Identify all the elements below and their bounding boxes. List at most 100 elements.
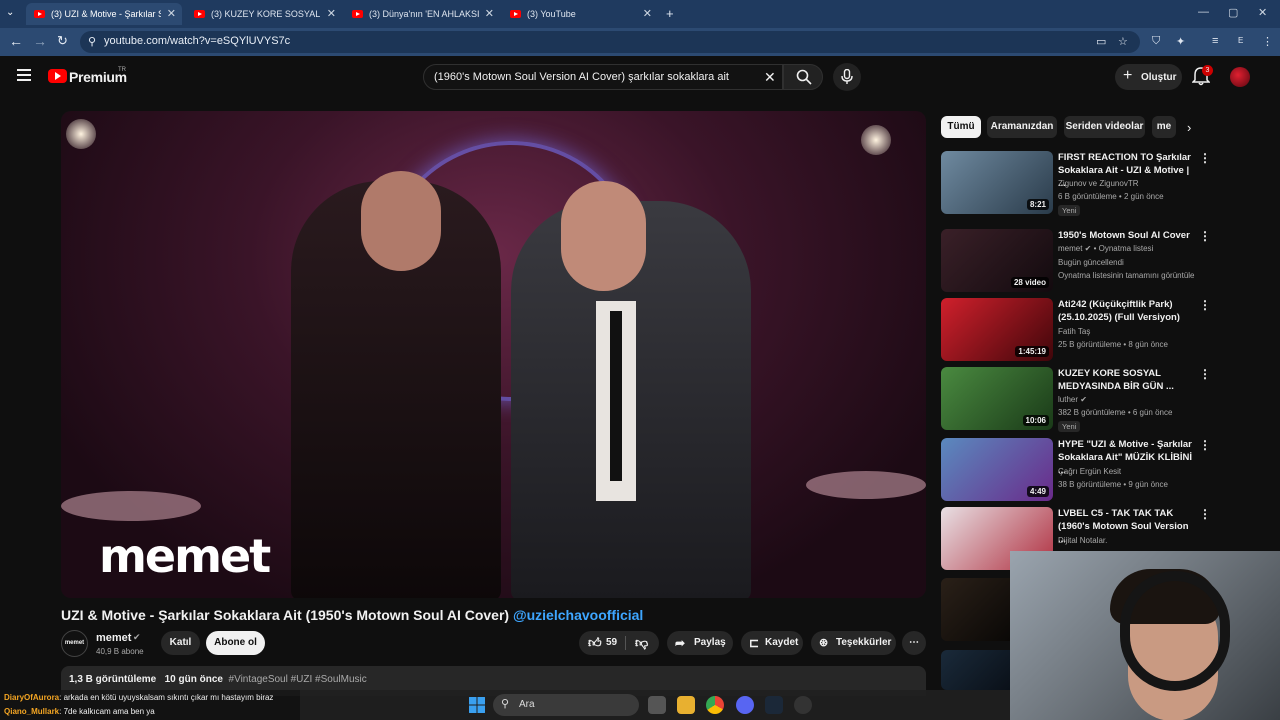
related-menu-icon[interactable]: ⋮: [1199, 367, 1211, 381]
more-actions-icon[interactable]: ⋯: [902, 631, 926, 655]
browser-tab-strip: ⌄ (3) UZI & Motive - Şarkılar Soka ✕ (3)…: [0, 0, 1280, 28]
related-video[interactable]: 10:06 KUZEY KORE SOSYAL MEDYASINDA BİR G…: [941, 367, 1211, 432]
video-thumbnail[interactable]: [941, 650, 1010, 690]
new-tab-button[interactable]: +: [666, 6, 674, 21]
chip-more[interactable]: me: [1152, 116, 1176, 138]
file-explorer-icon[interactable]: [677, 696, 695, 714]
search-icon: [796, 69, 812, 85]
hashtags[interactable]: #VintageSoul #UZI #SoulMusic: [229, 674, 367, 685]
bookmark-star-icon[interactable]: ☆: [1118, 35, 1128, 48]
chevron-right-icon[interactable]: ›: [1187, 120, 1191, 135]
logo-region: TR: [118, 67, 126, 73]
playlist-view-all[interactable]: Oynatma listesinin tamamını görüntüle: [1058, 271, 1195, 280]
playlist-thumbnail[interactable]: 28 video: [941, 229, 1053, 292]
related-meta: 6 B görüntüleme • 2 gün önce: [1058, 192, 1164, 201]
chat-message: Qiano_Mullark: 7de kalkıcam ama ben ya: [4, 707, 155, 716]
youtube-logo-icon[interactable]: [48, 69, 67, 83]
related-video[interactable]: 1:45:19 Ati242 (Küçükçiftlik Park) (25.1…: [941, 298, 1211, 362]
tab-title: (3) YouTube: [527, 9, 576, 19]
close-tab-icon[interactable]: ✕: [485, 7, 494, 20]
chat-user: DiaryOfAurora: [4, 693, 60, 702]
chat-message: DiaryOfAurora: arkada en kötü uyuyskalsa…: [4, 693, 273, 702]
voice-search-button[interactable]: [833, 63, 861, 91]
cast-icon[interactable]: ▭: [1096, 35, 1106, 48]
search-button[interactable]: [783, 64, 823, 90]
video-thumbnail[interactable]: 4:49: [941, 438, 1053, 501]
task-view-icon[interactable]: [648, 696, 666, 714]
tab-kuzey-kore[interactable]: (3) KUZEY KORE SOSYAL MEDYA ✕: [186, 3, 342, 25]
reload-icon[interactable]: ↻: [57, 33, 68, 49]
duration: 4:49: [1026, 486, 1049, 497]
singer-left-head: [361, 171, 441, 271]
channel-name[interactable]: memet: [96, 632, 131, 644]
hamburger-menu-icon[interactable]: [17, 69, 31, 84]
steam-icon[interactable]: [765, 696, 783, 714]
share-button[interactable]: ➦ Paylaş: [667, 631, 733, 655]
clear-search-icon[interactable]: ✕: [764, 69, 776, 86]
shield-icon[interactable]: ⛉: [1152, 35, 1160, 48]
related-channel: Çağrı Ergün Kesit: [1058, 467, 1122, 476]
url-field[interactable]: ⚲ youtube.com/watch?v=eSQYlUVYS7c ▭ ☆: [80, 31, 1140, 53]
browser-menu-icon[interactable]: ⋮: [1262, 35, 1273, 48]
save-button[interactable]: ⊏ Kaydet: [741, 631, 803, 655]
close-window-icon[interactable]: ✕: [1258, 6, 1267, 19]
subscribe-button[interactable]: Abone ol: [206, 631, 265, 655]
close-tab-icon[interactable]: ✕: [167, 7, 176, 20]
related-menu-icon[interactable]: ⋮: [1199, 151, 1211, 165]
chat-text: : arkada en kötü uyuyskalsam sıkıntı çık…: [59, 693, 274, 702]
search-input[interactable]: (1960's Motown Soul Version AI Cover) şa…: [423, 64, 783, 90]
youtube-header: Premium TR (1960's Motown Soul Version A…: [0, 56, 1270, 98]
thumbs-up-icon[interactable]: 👍︎: [588, 631, 602, 655]
tab-youtube[interactable]: (3) YouTube ✕: [502, 3, 658, 25]
windows-start-icon[interactable]: [468, 696, 486, 714]
media-icon[interactable]: ≡: [1212, 35, 1218, 47]
related-video[interactable]: 4:49 HYPE "UZI & Motive - Şarkılar Sokak…: [941, 438, 1211, 502]
stage-light: [66, 119, 96, 149]
new-badge: Yeni: [1058, 205, 1081, 216]
discord-icon[interactable]: [736, 696, 754, 714]
back-icon[interactable]: ←: [9, 33, 23, 49]
address-bar-row: ← → ↻ ⚲ youtube.com/watch?v=eSQYlUVYS7c …: [0, 28, 1280, 56]
close-tab-icon[interactable]: ✕: [643, 7, 652, 20]
chip-series[interactable]: Seriden videolar: [1064, 116, 1145, 138]
chat-text: : 7de kalkıcam ama ben ya: [59, 707, 155, 716]
forward-icon[interactable]: →: [33, 33, 47, 49]
video-thumbnail[interactable]: 10:06: [941, 367, 1053, 430]
related-playlist[interactable]: 28 video 1950's Motown Soul AI Cover mem…: [941, 229, 1211, 293]
maximize-icon[interactable]: ▢: [1228, 6, 1238, 19]
account-avatar[interactable]: [1230, 67, 1250, 87]
chip-all[interactable]: Tümü: [941, 116, 981, 138]
related-menu-icon[interactable]: ⋮: [1199, 507, 1211, 521]
like-count: 59: [606, 637, 618, 648]
video-player[interactable]: memet: [61, 111, 926, 598]
taskbar-search-label: Ara: [519, 699, 535, 710]
related-menu-icon[interactable]: ⋮: [1199, 438, 1211, 452]
video-thumbnail[interactable]: 1:45:19: [941, 298, 1053, 361]
profile-button[interactable]: E: [1238, 36, 1243, 45]
join-button[interactable]: Katıl: [161, 631, 200, 655]
chrome-icon[interactable]: [706, 696, 724, 714]
video-thumbnail[interactable]: [941, 578, 1010, 641]
tab-list-chevron-icon[interactable]: ⌄: [6, 7, 14, 18]
tab-uzi-motive[interactable]: (3) UZI & Motive - Şarkılar Soka ✕: [26, 3, 182, 25]
video-thumbnail[interactable]: 8:21: [941, 151, 1053, 214]
obs-icon[interactable]: [794, 696, 812, 714]
related-meta: 25 B görüntüleme • 8 gün önce: [1058, 340, 1168, 349]
create-button[interactable]: + Oluştur: [1115, 64, 1182, 90]
tab-dunya[interactable]: (3) Dünya'nın 'EN AHLAKSIZ' B ✕: [344, 3, 500, 25]
share-arrow-icon: ➦: [675, 636, 686, 650]
related-menu-icon[interactable]: ⋮: [1199, 298, 1211, 312]
site-info-icon[interactable]: ⚲: [88, 35, 96, 48]
thumbs-down-icon[interactable]: 👎︎: [635, 631, 648, 655]
related-video[interactable]: 8:21 FIRST REACTION TO Şarkılar Sokaklar…: [941, 151, 1211, 216]
tab-title: (3) KUZEY KORE SOSYAL MEDYA: [211, 9, 321, 19]
taskbar-search[interactable]: ⚲ Ara: [493, 694, 639, 716]
channel-avatar[interactable]: memet: [61, 630, 88, 657]
title-mention-link[interactable]: @uzielchavoofficial: [513, 607, 643, 623]
close-tab-icon[interactable]: ✕: [327, 7, 336, 20]
minimize-icon[interactable]: —: [1198, 6, 1209, 18]
related-menu-icon[interactable]: ⋮: [1199, 229, 1211, 243]
extensions-icon[interactable]: ✦: [1176, 35, 1185, 48]
chip-from-search[interactable]: Aramanızdan: [987, 116, 1057, 138]
thanks-button[interactable]: ⊛ Teşekkürler: [811, 631, 896, 655]
